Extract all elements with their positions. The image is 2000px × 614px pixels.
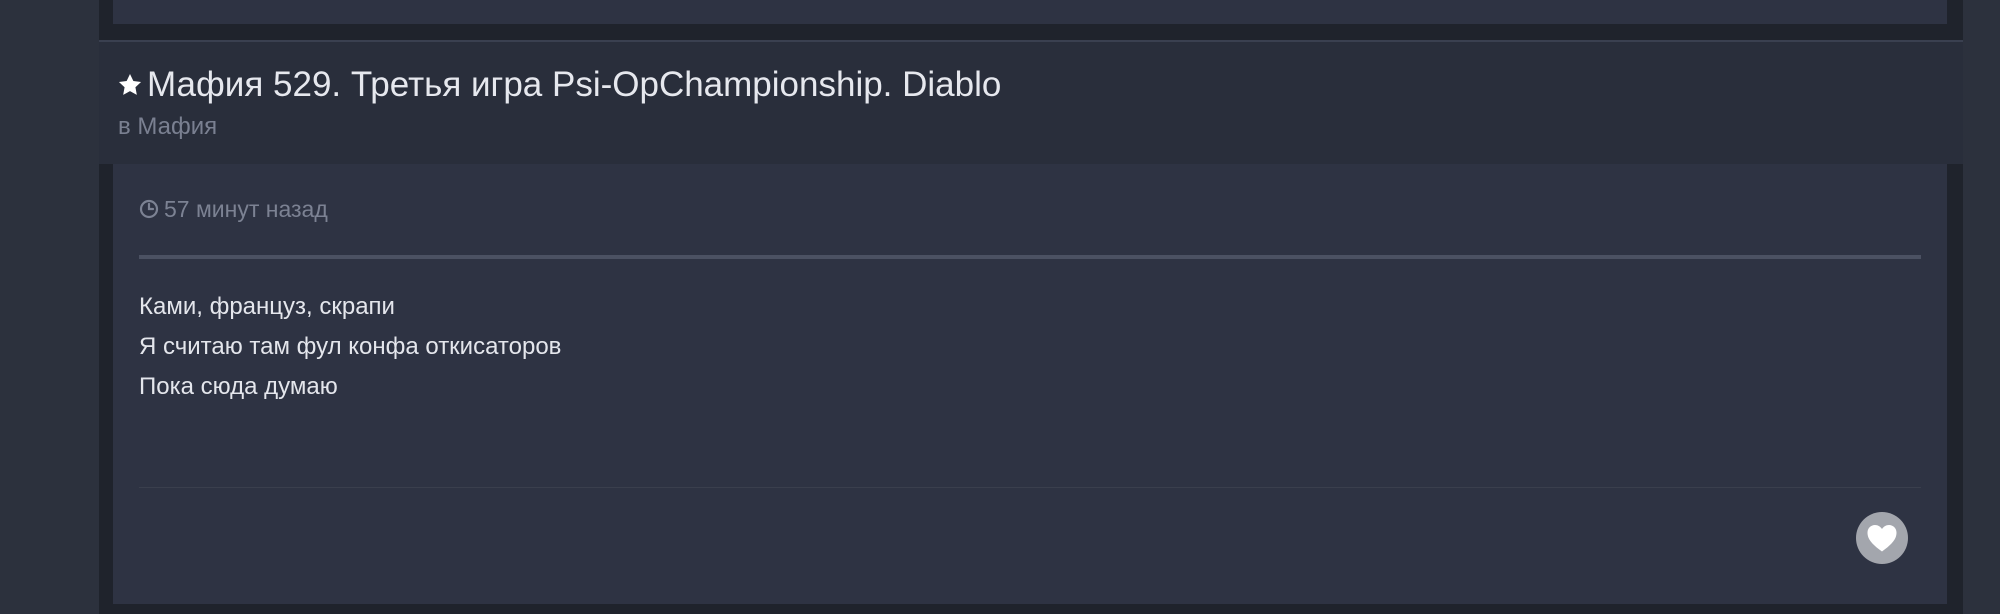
- star-icon: [118, 73, 142, 95]
- post-body: Ками, француз, скрапи Я считаю там фул к…: [139, 287, 561, 407]
- post-line: Ками, француз, скрапи: [139, 293, 395, 320]
- post-meta: 57 минут назад: [139, 194, 328, 224]
- topic-title-row[interactable]: Мафия 529. Третья игра Psi-OpChampionshi…: [117, 64, 1001, 106]
- page: Мафия 529. Третья игра Psi-OpChampionshi…: [0, 0, 2000, 614]
- topic-header: Мафия 529. Третья игра Psi-OpChampionshi…: [99, 40, 1963, 164]
- post-card: 57 минут назад Ками, француз, скрапи Я с…: [113, 164, 1947, 604]
- post-separator: [99, 24, 1963, 40]
- post-footer-divider: [139, 487, 1921, 488]
- previous-post-card: [113, 0, 1947, 24]
- post-divider: [139, 255, 1921, 259]
- post-line: Пока сюда думаю: [139, 373, 338, 400]
- post-timestamp[interactable]: 57 минут назад: [164, 194, 328, 224]
- like-button[interactable]: [1856, 512, 1908, 564]
- topic-forum-link[interactable]: в Мафия: [118, 112, 217, 142]
- topic-title[interactable]: Мафия 529. Третья игра Psi-OpChampionshi…: [147, 64, 1001, 106]
- post-separator: [99, 604, 1963, 614]
- heart-icon: [1867, 525, 1897, 552]
- clock-icon: [139, 199, 159, 219]
- post-line: Я считаю там фул конфа откисаторов: [139, 333, 562, 360]
